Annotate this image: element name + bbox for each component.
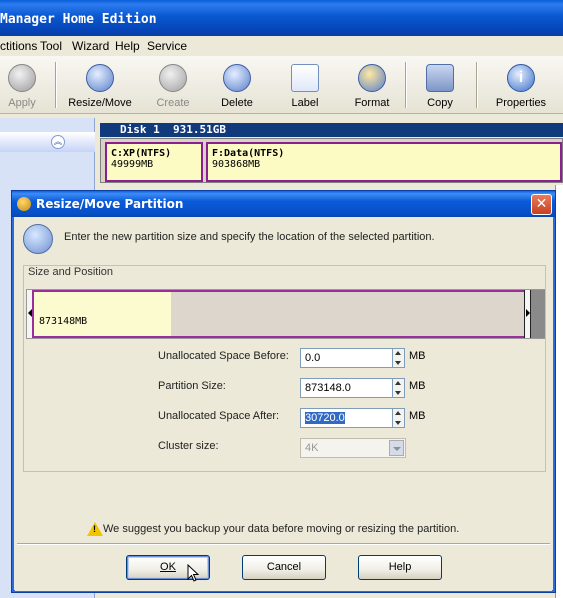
unalloc-after-label: Unallocated Space After: <box>158 410 280 422</box>
info-icon: i <box>507 64 535 92</box>
delete-icon <box>223 64 251 92</box>
partition-c-size: 49999MB <box>111 159 154 170</box>
partition-size-label-text: Partition Size: <box>158 380 226 392</box>
unalloc-before-input[interactable]: 0.0 <box>300 348 393 368</box>
label-label: Label <box>291 97 319 109</box>
button-separator <box>17 543 550 545</box>
properties-button[interactable]: i Properties <box>492 58 550 112</box>
unalloc-after-spinner[interactable] <box>393 408 405 428</box>
cluster-size-label: Cluster size: <box>158 440 219 452</box>
menu-partitions[interactable]: ctitions <box>0 39 37 53</box>
warning-text: We suggest you backup your data before m… <box>103 523 460 535</box>
chevron-down-icon[interactable] <box>389 440 404 456</box>
dialog-app-icon <box>17 197 31 211</box>
unalloc-after-value: 30720.0 <box>305 412 345 424</box>
cancel-button-label: Cancel <box>266 561 302 573</box>
size-position-group: Size and Position 873148MB Unallocated S… <box>23 265 546 472</box>
background-list-pane <box>555 185 563 598</box>
dialog-title: Resize/Move Partition <box>36 197 184 211</box>
close-button[interactable]: ✕ <box>531 194 552 215</box>
copy-label: Copy <box>427 97 453 109</box>
right-resize-handle[interactable] <box>524 290 531 338</box>
collapse-chevron-icon[interactable]: ︽ <box>51 135 65 149</box>
create-icon <box>159 64 187 92</box>
delete-button[interactable]: Delete <box>216 58 258 112</box>
partition-f-size: 903868MB <box>212 159 261 170</box>
partition-size-label: 873148MB <box>39 316 88 327</box>
copy-icon <box>426 64 454 92</box>
unalloc-before-spinner[interactable] <box>393 348 405 368</box>
left-panel-header[interactable]: ︽ <box>0 132 95 152</box>
dialog-title-bar[interactable]: Resize/Move Partition ✕ <box>12 191 555 217</box>
toolbar-separator <box>476 62 478 108</box>
toolbar-separator <box>55 62 57 108</box>
resize-move-label: Resize/Move <box>68 97 132 109</box>
warning-icon <box>87 522 103 536</box>
label-button[interactable]: Label <box>285 58 325 112</box>
app-title: Manager Home Edition <box>0 12 157 27</box>
cluster-size-select[interactable]: 4K <box>300 438 406 458</box>
app-title-bar[interactable]: Manager Home Edition <box>0 0 563 36</box>
format-icon <box>358 64 386 92</box>
disk-map: C:XP(NTFS) 49999MB F:Data(NTFS) 903868MB <box>100 138 563 183</box>
dialog-body: Enter the new partition size and specify… <box>15 217 552 591</box>
menu-wizard[interactable]: Wizard <box>72 39 109 53</box>
delete-label: Delete <box>221 97 253 109</box>
apply-button[interactable]: Apply <box>2 58 42 112</box>
mouse-pointer-icon <box>187 564 199 582</box>
partition-used-space <box>34 292 171 336</box>
partition-c[interactable]: C:XP(NTFS) 49999MB <box>105 142 203 182</box>
resize-move-icon <box>86 64 114 92</box>
create-button[interactable]: Create <box>152 58 194 112</box>
help-button-label: Help <box>388 561 412 573</box>
partition-c-name: C:XP(NTFS) <box>111 148 172 159</box>
partition-f[interactable]: F:Data(NTFS) 903868MB <box>206 142 562 182</box>
unallocated-after-block <box>531 290 545 338</box>
unalloc-after-input[interactable]: 30720.0 <box>300 408 393 428</box>
menu-tool[interactable]: Tool <box>40 39 62 53</box>
menu-service[interactable]: Service <box>147 39 187 53</box>
cancel-button[interactable]: Cancel <box>242 555 326 580</box>
unalloc-before-unit: MB <box>409 350 426 362</box>
partition-resize-bar[interactable]: 873148MB <box>26 289 545 339</box>
partition-size-spinner[interactable] <box>393 378 405 398</box>
ok-button-label: OK <box>160 561 176 573</box>
format-label: Format <box>354 97 390 109</box>
unalloc-after-unit: MB <box>409 410 426 422</box>
create-label: Create <box>156 97 190 109</box>
partition-size-unit: MB <box>409 380 426 392</box>
cluster-size-value: 4K <box>305 442 319 454</box>
help-button[interactable]: Help <box>358 555 442 580</box>
instruction-text: Enter the new partition size and specify… <box>64 231 435 243</box>
partition-size-input[interactable]: 873148.0 <box>300 378 393 398</box>
unalloc-before-label: Unallocated Space Before: <box>158 350 289 362</box>
format-button[interactable]: Format <box>351 58 393 112</box>
copy-button[interactable]: Copy <box>420 58 460 112</box>
group-label: Size and Position <box>26 266 115 278</box>
disk-header: Disk 1 931.51GB <box>100 123 563 137</box>
partition-f-name: F:Data(NTFS) <box>212 148 285 159</box>
partition-block[interactable]: 873148MB <box>32 290 526 338</box>
menu-bar: ctitions Tool Wizard Help Service <box>0 36 563 56</box>
menu-help[interactable]: Help <box>115 39 140 53</box>
apply-icon <box>8 64 36 92</box>
toolbar: Apply Resize/Move Create Delete Label Fo… <box>0 56 563 114</box>
label-icon <box>291 64 319 92</box>
toolbar-separator <box>405 62 407 108</box>
apply-label: Apply <box>8 97 36 109</box>
properties-label: Properties <box>495 97 547 109</box>
resize-move-dialog: Resize/Move Partition ✕ Enter the new pa… <box>11 190 556 593</box>
resize-move-button[interactable]: Resize/Move <box>66 58 134 112</box>
resize-move-icon <box>23 224 53 254</box>
